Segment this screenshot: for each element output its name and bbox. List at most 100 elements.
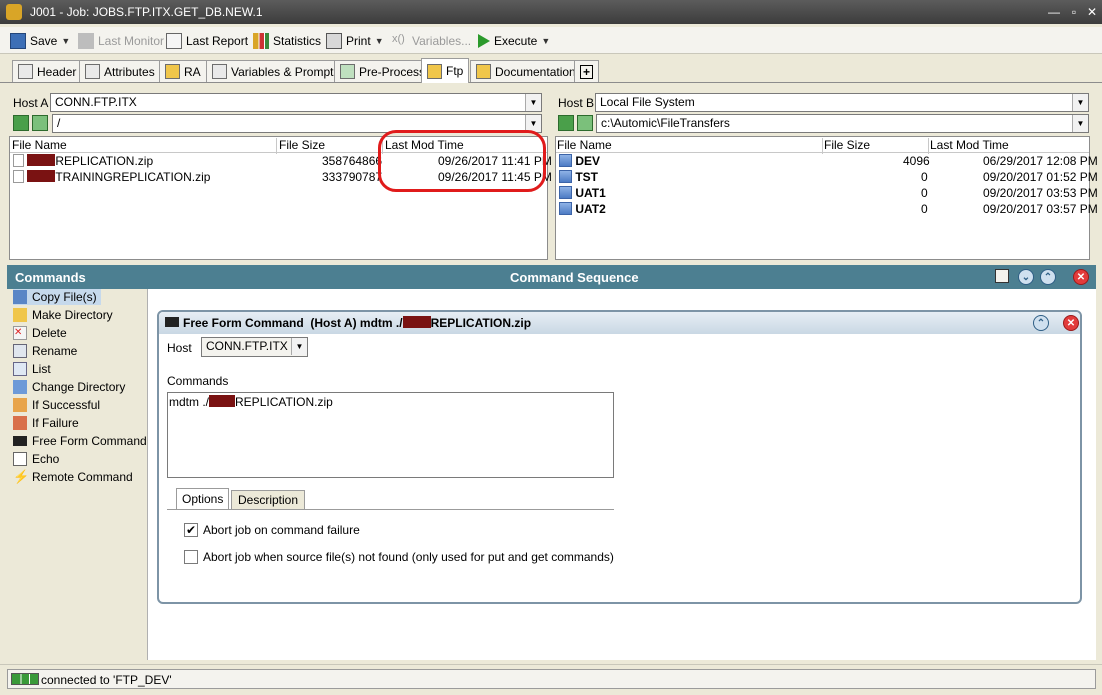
table-row[interactable]: DEV 4096 06/29/2017 12:08 PM xyxy=(556,153,1098,169)
close-icon[interactable]: ✕ xyxy=(1063,315,1079,331)
variables-icon: x() xyxy=(392,33,405,45)
save-button[interactable]: Save ▼ xyxy=(10,31,70,51)
add-tab-button[interactable]: + xyxy=(574,60,600,82)
chevron-down-icon: ▼ xyxy=(291,338,307,355)
documentation-icon xyxy=(476,64,491,79)
lightning-icon: ⚡ xyxy=(13,469,30,484)
ftp-icon xyxy=(427,63,442,79)
host-b-file-list: File Name File Size Last Mod Time DEV 40… xyxy=(555,136,1098,260)
column-file-size[interactable]: File Size xyxy=(279,138,325,152)
up-folder-icon[interactable] xyxy=(32,115,48,131)
folder-icon xyxy=(559,202,572,215)
up-folder-icon[interactable] xyxy=(577,115,593,131)
command-change-directory[interactable]: Change Directory xyxy=(13,379,125,395)
status-bar: connected to 'FTP_DEV' xyxy=(0,664,1102,695)
host-label: Host xyxy=(167,341,192,355)
thumbs-up-icon xyxy=(13,398,27,412)
title-bar: J001 - Job: JOBS.FTP.ITX.GET_DB.NEW.1 — … xyxy=(0,0,1102,24)
column-file-size[interactable]: File Size xyxy=(824,138,870,152)
command-echo[interactable]: Echo xyxy=(13,451,59,467)
edit-icon[interactable] xyxy=(995,269,1009,283)
expand-all-icon[interactable]: ⌄ xyxy=(1018,269,1034,285)
save-dropdown-icon[interactable]: ▼ xyxy=(61,36,70,46)
close-icon[interactable]: ✕ xyxy=(1073,269,1089,285)
table-row[interactable]: TST 0 09/20/2017 01:52 PM xyxy=(556,169,1098,185)
collapse-icon[interactable]: ⌃ xyxy=(1033,315,1049,331)
folder-icon xyxy=(559,186,572,199)
options-panel: ✔ Abort job on command failure Abort job… xyxy=(167,509,614,601)
copy-icon xyxy=(13,290,27,304)
command-if-failure[interactable]: If Failure xyxy=(13,415,79,431)
attributes-icon xyxy=(85,64,100,79)
commands-label: Commands xyxy=(167,374,229,388)
host-b-grid-header: File Name File Size Last Mod Time xyxy=(556,137,1089,154)
report-icon xyxy=(166,33,182,49)
tab-ra[interactable]: RA xyxy=(159,60,207,82)
command-if-successful[interactable]: If Successful xyxy=(13,397,100,413)
execute-button[interactable]: Execute ▼ xyxy=(478,31,550,51)
column-file-name[interactable]: File Name xyxy=(557,138,612,152)
table-row[interactable]: UAT1 0 09/20/2017 03:53 PM xyxy=(556,185,1098,201)
tab-options[interactable]: Options xyxy=(176,488,230,509)
close-window-button[interactable]: ✕ xyxy=(1084,4,1100,20)
tab-variables-prompts[interactable]: Variables & Prompts xyxy=(206,60,346,82)
column-file-name[interactable]: File Name xyxy=(12,138,67,152)
execute-dropdown-icon[interactable]: ▼ xyxy=(541,36,550,46)
tab-pre-process[interactable]: Pre-Process xyxy=(334,60,432,82)
card-header: Free Form Command (Host A) mdtm ./REPLIC… xyxy=(159,312,1080,334)
command-rename[interactable]: Rename xyxy=(13,343,77,359)
commands-textarea[interactable]: mdtm ./REPLICATION.zip xyxy=(167,392,614,478)
tab-description[interactable]: Description xyxy=(231,490,306,509)
command-free-form[interactable]: Free Form Command xyxy=(13,433,147,449)
command-make-directory[interactable]: Make Directory xyxy=(13,307,113,323)
column-last-mod-time[interactable]: Last Mod Time xyxy=(930,138,1009,152)
folder-icon xyxy=(13,380,27,394)
last-report-button[interactable]: Last Report xyxy=(166,31,248,51)
window-title: J001 - Job: JOBS.FTP.ITX.GET_DB.NEW.1 xyxy=(30,5,263,19)
host-select[interactable]: CONN.FTP.ITX ▼ xyxy=(201,337,308,357)
monitor-icon xyxy=(78,33,94,49)
commands-list: Copy File(s) Make Directory ✕ Delete Rena… xyxy=(7,289,147,660)
tab-documentation[interactable]: Documentation xyxy=(470,60,582,82)
host-b-select[interactable]: Local File System ▼ xyxy=(595,93,1089,112)
command-copy-files[interactable]: Copy File(s) xyxy=(13,289,101,305)
tab-attributes[interactable]: Attributes xyxy=(79,60,161,82)
redaction-mark xyxy=(27,154,56,166)
host-a-select[interactable]: CONN.FTP.ITX ▼ xyxy=(50,93,542,112)
toolbar: Save ▼ Last Monitor Last Report Statisti… xyxy=(0,27,1102,54)
commands-section-bar: Commands Command Sequence ⌄ ⌃ ✕ xyxy=(7,265,1096,289)
collapse-all-icon[interactable]: ⌃ xyxy=(1040,269,1056,285)
abort-on-failure-checkbox[interactable]: ✔ xyxy=(184,523,198,537)
header-icon xyxy=(18,64,33,79)
host-b-path-select[interactable]: c:\Automic\FileTransfers ▼ xyxy=(596,114,1089,133)
command-delete[interactable]: ✕ Delete xyxy=(13,325,67,341)
rename-icon xyxy=(13,344,27,358)
list-icon xyxy=(13,362,27,376)
abort-on-not-found-checkbox[interactable] xyxy=(184,550,198,564)
last-monitor-button[interactable]: Last Monitor xyxy=(78,31,164,51)
print-dropdown-icon[interactable]: ▼ xyxy=(375,36,384,46)
print-button[interactable]: Print ▼ xyxy=(326,31,384,51)
folder-icon xyxy=(559,170,572,183)
maximize-button[interactable]: ▫ xyxy=(1066,4,1082,20)
tab-ftp[interactable]: Ftp xyxy=(421,58,470,83)
command-remote[interactable]: ⚡ Remote Command xyxy=(13,469,133,485)
file-icon xyxy=(13,170,24,183)
ra-icon xyxy=(165,64,180,79)
free-form-command-card: Free Form Command (Host A) mdtm ./REPLIC… xyxy=(157,310,1082,604)
statistics-button[interactable]: Statistics xyxy=(253,31,321,51)
printer-icon xyxy=(326,33,342,49)
pre-process-icon xyxy=(340,64,355,79)
redaction-mark xyxy=(209,395,236,407)
abort-on-failure-label: Abort job on command failure xyxy=(203,523,360,537)
refresh-icon[interactable] xyxy=(558,115,574,131)
command-list[interactable]: List xyxy=(13,361,51,377)
table-row[interactable]: UAT2 0 09/20/2017 03:57 PM xyxy=(556,201,1098,217)
minimize-button[interactable]: — xyxy=(1046,4,1062,20)
variables-button[interactable]: x() Variables... xyxy=(392,31,471,51)
chevron-down-icon: ▼ xyxy=(1072,94,1088,111)
refresh-icon[interactable] xyxy=(13,115,29,131)
tab-header[interactable]: Header xyxy=(12,60,83,82)
terminal-icon xyxy=(165,317,179,327)
chevron-down-icon: ▼ xyxy=(525,94,541,111)
